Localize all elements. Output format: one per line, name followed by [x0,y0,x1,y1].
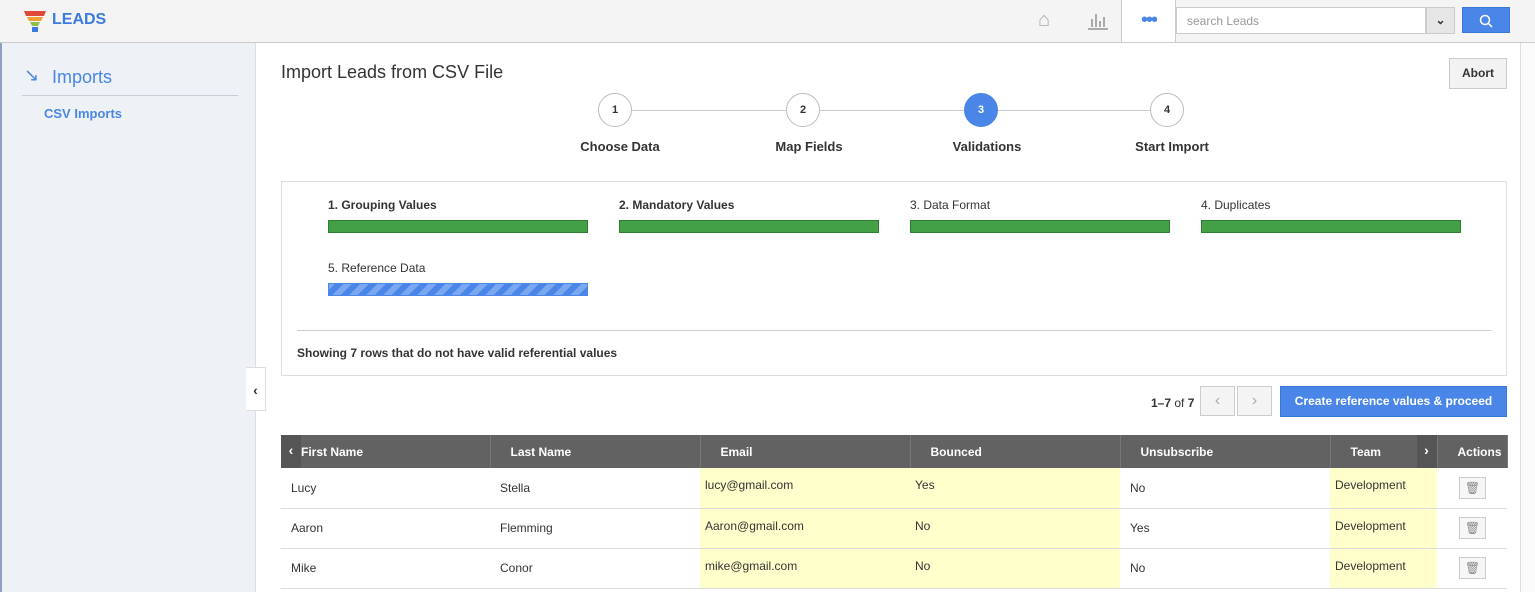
progress-bar [328,283,588,296]
validation-data-format: 3. Data Format [910,198,1170,233]
step-4-circle: 4 [1150,93,1184,127]
cell-first-name: Lucy [281,468,490,509]
delete-row-trash-icon[interactable]: 🗑 [1459,476,1486,499]
col-unsubscribe[interactable]: Unsubscribe [1120,435,1331,468]
cell-unsubscribe: No [1120,548,1330,589]
next-page-button[interactable]: › [1237,386,1272,416]
abort-button[interactable]: Abort [1449,58,1507,89]
of-label: of [1174,396,1185,410]
cell-first-name: Aaron [281,508,490,549]
imports-arrow-icon: ↘ [24,65,40,85]
progress-bar [1201,220,1461,233]
cell-first-name: Mike [281,548,490,589]
col-email[interactable]: Email [700,435,911,468]
collapse-sidebar-button[interactable]: ‹ [246,367,266,411]
top-bar: LEADS ⌂ ••• search Leads ⌄ [0,0,1535,43]
cell-team: Development [1330,508,1437,549]
validation-label: 5. Reference Data [328,261,426,275]
cell-last-name: Stella [490,468,700,509]
pagination-info: 1–7 of 7 [1151,396,1194,410]
progress-bar [619,220,879,233]
delete-row-trash-icon[interactable]: 🗑 [1459,557,1486,579]
cell-actions: 🗑 [1437,508,1507,549]
validation-mandatory: 2. Mandatory Values [619,198,879,233]
validation-label: 4. Duplicates [1201,198,1271,212]
scroll-left-chevron-icon[interactable]: ‹ [281,435,301,468]
validation-panel: 1. Grouping Values 2. Mandatory Values 3… [281,181,1507,376]
cell-email: lucy@gmail.com [700,468,910,509]
col-actions: Actions [1437,435,1508,468]
sidebar-item-csv-imports[interactable]: CSV Imports [44,106,122,121]
table-header: ‹ First Name Last Name Email Bounced Unsu… [281,435,1508,468]
col-first-name[interactable]: ‹ First Name [281,435,491,468]
prev-page-button[interactable]: ‹ [1200,386,1235,416]
cell-bounced: No [910,508,1120,549]
page-total: 7 [1187,396,1195,410]
more-menu-button[interactable]: ••• [1121,0,1176,42]
divider [297,330,1491,331]
delete-row-trash-icon[interactable]: 🗑 [1459,517,1486,539]
step-1-label: Choose Data [580,139,660,154]
sidebar-section-title: Imports [52,67,113,87]
search-button[interactable] [1462,7,1510,33]
table-row: Lucy Stella lucy@gmail.com Yes No Develo… [281,468,1507,509]
page-scrollbar[interactable] [1520,43,1535,592]
cell-team: Development [1330,468,1437,509]
cell-unsubscribe: No [1120,468,1330,509]
cell-unsubscribe: Yes [1120,508,1330,549]
cell-email: mike@gmail.com [700,548,910,589]
validation-reference-data: 5. Reference Data [328,261,588,296]
cell-email: Aaron@gmail.com [700,508,910,549]
table-row: Mike Conor mike@gmail.com No No Developm… [281,548,1507,589]
validation-label: 2. Mandatory Values [619,198,735,212]
search-icon [1479,14,1493,28]
cell-last-name: Flemming [490,508,700,549]
cell-actions: 🗑 [1437,548,1507,589]
create-reference-values-button[interactable]: Create reference values & proceed [1280,386,1507,417]
home-icon[interactable]: ⌂ [1038,9,1050,32]
table-row: Aaron Flemming Aaron@gmail.com No Yes De… [281,508,1507,549]
reports-chart-icon[interactable] [1087,10,1109,30]
cell-bounced: No [910,548,1120,589]
funnel-logo-icon [24,11,46,32]
step-4-label: Start Import [1135,139,1209,154]
stepper-line [632,110,1168,111]
page-range: 1–7 [1151,396,1172,410]
cell-team: Development [1330,548,1437,589]
progress-bar [910,220,1170,233]
col-bounced[interactable]: Bounced [910,435,1121,468]
step-1-circle: 1 [598,93,632,127]
validation-grouping: 1. Grouping Values [328,198,588,233]
search-dropdown-chevron-icon[interactable]: ⌄ [1426,7,1455,34]
sidebar: ↘ Imports CSV Imports [0,43,256,592]
cell-bounced: Yes [910,468,1120,509]
validation-note: Showing 7 rows that do not have valid re… [297,346,618,360]
validation-duplicates: 4. Duplicates [1201,198,1461,233]
col-last-name[interactable]: Last Name [490,435,701,468]
progress-bar [328,220,588,233]
validation-label: 1. Grouping Values [328,198,437,212]
header-label: First Name [301,444,364,459]
step-3-label: Validations [952,139,1022,154]
step-2-circle: 2 [786,93,820,127]
col-team[interactable]: Team › [1330,435,1438,468]
step-2-label: Map Fields [775,139,843,154]
cell-last-name: Conor [490,548,700,589]
search-input[interactable]: search Leads [1176,7,1426,34]
scroll-right-chevron-icon[interactable]: › [1416,435,1437,468]
validation-label: 3. Data Format [910,198,991,212]
invalid-rows-table: ‹ First Name Last Name Email Bounced Unsu… [281,435,1508,589]
app-name[interactable]: LEADS [52,11,106,29]
header-label: Team [1350,444,1381,459]
step-3-circle: 3 [964,93,998,127]
page-title: Import Leads from CSV File [281,62,504,82]
cell-actions: 🗑 [1437,468,1507,509]
divider [22,95,238,96]
